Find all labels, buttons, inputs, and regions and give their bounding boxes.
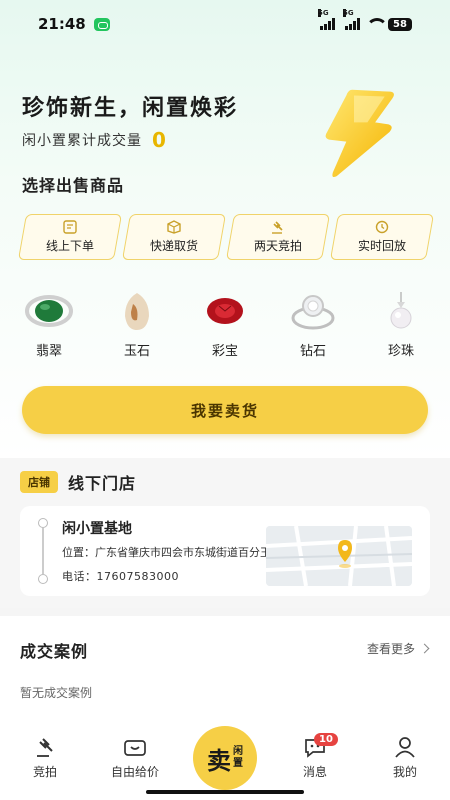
tab-messages[interactable]: 10 消息 [280, 733, 350, 780]
category-pearl[interactable]: 珍珠 [370, 290, 432, 359]
sell-center-button[interactable]: 卖 闲 置 [193, 726, 257, 790]
category-diamond[interactable]: 钻石 [282, 290, 344, 359]
pearl-pendant-icon [390, 292, 412, 329]
empty-cases-text: 暂无成交案例 [20, 686, 93, 700]
volume-row: 闲小置累计成交量 0 [22, 128, 166, 152]
signal-icon: 5G [318, 9, 335, 30]
chevron-right-icon [419, 643, 430, 654]
timeline-decoration [38, 518, 48, 584]
category-jadeite[interactable]: 翡翠 [18, 290, 80, 359]
replay-clock-icon [375, 220, 389, 234]
wechat-notification-icon [93, 17, 110, 31]
volume-label: 闲小置累计成交量 [22, 133, 142, 149]
hero-title: 珍饰新生，闲置焕彩 [22, 96, 239, 121]
auction-hammer-icon [37, 738, 53, 757]
jade-ring-icon [25, 295, 73, 327]
store-badge: 店铺 [20, 471, 58, 493]
cases-section: 成交案例 查看更多 暂无成交案例 [0, 616, 450, 726]
select-product-title: 选择出售商品 [22, 176, 125, 195]
feature-online-order: 线上下单 [17, 214, 123, 260]
feature-live-replay: 实时回放 [329, 214, 435, 260]
jade-stone-icon [125, 293, 149, 330]
signal-icon: 5G [343, 9, 360, 30]
store-phone[interactable]: 电话：17607583000 [62, 568, 179, 584]
feature-list: 线上下单 快递取货 两天竞拍 实时回放 [17, 214, 435, 262]
battery-icon: 58 [388, 17, 412, 31]
category-jade-stone[interactable]: 玉石 [106, 290, 168, 359]
tab-auction[interactable]: 竞拍 [10, 736, 80, 780]
diamond-ring-icon [291, 295, 335, 330]
package-icon [167, 220, 181, 234]
category-gemstone[interactable]: 彩宝 [194, 290, 256, 359]
sell-goods-button[interactable]: 我要卖货 [22, 386, 428, 434]
feature-two-day-auction: 两天竞拍 [225, 214, 331, 260]
feature-express-pickup: 快递取货 [121, 214, 227, 260]
auction-hammer-icon [271, 221, 283, 234]
home-indicator [146, 790, 304, 794]
store-card[interactable]: 闲小置基地 位置：广东省肇庆市四会市东城街道百分玉器城5楼511-512 电话：… [20, 506, 430, 596]
store-section: 店铺 线下门店 闲小置基地 位置：广东省肇庆市四会市东城街道百分玉器城5楼511… [0, 458, 450, 608]
wifi-icon [366, 18, 388, 30]
price-tag-icon [124, 740, 146, 756]
cases-title: 成交案例 [20, 642, 89, 661]
tab-mine[interactable]: 我的 [370, 736, 440, 780]
order-icon [63, 220, 77, 234]
tab-free-price[interactable]: 自由给价 [100, 736, 170, 780]
message-count-badge: 10 [314, 733, 338, 746]
see-more-link[interactable]: 查看更多 [367, 640, 430, 657]
store-heading: 线下门店 [68, 474, 137, 493]
status-bar: 21:48 5G 5G 58 [0, 0, 450, 48]
category-list: 翡翠 玉石 彩宝 钻石 珍珠 [18, 290, 432, 359]
status-time: 21:48 [38, 15, 86, 33]
map-thumbnail[interactable] [266, 526, 412, 586]
ruby-icon [207, 298, 243, 324]
lightning-bolt-icon [325, 89, 394, 178]
store-name: 闲小置基地 [62, 521, 132, 537]
volume-value: 0 [152, 128, 166, 152]
user-profile-icon [395, 737, 415, 758]
bottom-tab-bar: 竞拍 自由给价 卖 闲 置 10 消息 我的 [0, 726, 450, 800]
